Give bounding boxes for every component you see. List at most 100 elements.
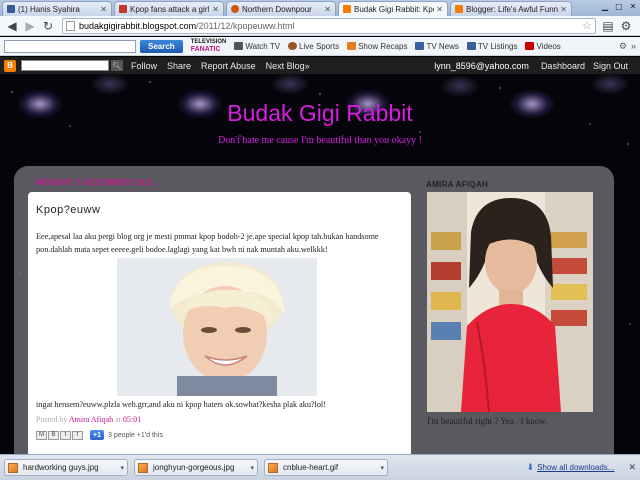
browser-tab[interactable]: Northern Downpour ✕ xyxy=(226,1,336,16)
toolbar-settings-icon[interactable]: ⚙ xyxy=(619,41,627,52)
download-item[interactable]: hardworking guys.jpg ▾ xyxy=(4,459,128,476)
toolbar-item-live-sports[interactable]: Live Sports xyxy=(288,42,339,51)
recaps-icon xyxy=(347,42,357,50)
dashboard-link[interactable]: Dashboard xyxy=(541,61,585,71)
download-item[interactable]: cnblue-heart.gif ▾ xyxy=(264,459,388,476)
toolbar-item-videos[interactable]: Videos xyxy=(525,42,561,51)
logo-line2: FANATIC xyxy=(190,46,221,53)
blog-description: Don't hate me cause I'm beautiful than y… xyxy=(218,135,422,146)
post-text-after-image: ingat hensem?euww.plzla weh.grr,and aku … xyxy=(36,400,326,409)
download-item[interactable]: jonghyun-gorgeous.jpg ▾ xyxy=(134,459,258,476)
sidebar-profile-title: AMIRA AFIQAH xyxy=(426,180,489,189)
browser-tab[interactable]: Kpop fans attack a girl and ✕ xyxy=(114,1,224,16)
tab-strip: (1) Hanis Syahira ✕ Kpop fans attack a g… xyxy=(0,0,640,16)
sign-out-link[interactable]: Sign Out xyxy=(593,61,628,71)
toolbar-item-label: Show Recaps xyxy=(358,41,408,51)
posted-by-label: Posted by xyxy=(36,415,68,424)
profile-illustration xyxy=(427,192,593,412)
toolbar-item-tv-listings[interactable]: TV Listings xyxy=(466,41,518,51)
blogger-icon xyxy=(343,5,351,13)
toolbar-item-label: TV Listings xyxy=(477,41,518,51)
url-domain: budakgigirabbit.blogspot.com xyxy=(79,20,197,31)
browser-tab[interactable]: (1) Hanis Syahira ✕ xyxy=(2,1,112,16)
image-file-icon xyxy=(8,462,18,473)
post-date: MONDAY, 5 DECEMBER 2011 xyxy=(36,178,154,187)
tv-icon xyxy=(234,42,244,50)
user-email: lynn_8596@yahoo.com xyxy=(434,60,529,71)
television-fanatic-logo[interactable]: TELEVISION FANATIC xyxy=(191,39,227,53)
image-file-icon xyxy=(268,462,278,473)
maximize-icon[interactable]: ▢ xyxy=(612,0,626,12)
next-blog-link[interactable]: Next Blog» xyxy=(266,61,310,71)
reload-icon[interactable]: ↻ xyxy=(40,18,56,34)
close-icon[interactable]: ✕ xyxy=(100,5,107,14)
toolbar-right: ⚙ » xyxy=(615,41,636,52)
facebook-share-button[interactable]: f xyxy=(72,430,83,440)
facebook-icon xyxy=(7,5,15,13)
profile-photo[interactable] xyxy=(427,192,593,412)
news-icon xyxy=(415,42,425,50)
tab-title: (1) Hanis Syahira xyxy=(18,4,80,14)
close-icon[interactable]: ✕ xyxy=(324,5,331,14)
post-time-link[interactable]: 05:01 xyxy=(123,415,141,424)
search-icon[interactable]: 🔍︎ xyxy=(111,60,123,71)
twitter-share-button[interactable]: t xyxy=(60,430,71,440)
logo-line1: TELEVISION xyxy=(190,39,227,45)
toolbar-item-show-recaps[interactable]: Show Recaps xyxy=(347,42,407,51)
page-icon xyxy=(66,20,75,31)
browser-tab[interactable]: Blogger: Life's Awful Funny ✕ xyxy=(450,1,572,16)
blogthis-share-button[interactable]: B xyxy=(48,430,59,440)
address-bar[interactable]: budakgigirabbit.blogspot.com /2011/12/kp… xyxy=(62,17,596,34)
share-row: M B t f +1 3 people +1'd this xyxy=(36,430,403,440)
chevron-down-icon[interactable]: ▾ xyxy=(380,464,384,472)
minimize-icon[interactable]: ▁ xyxy=(598,0,612,12)
forward-arrow-icon[interactable]: ▶ xyxy=(22,18,38,34)
back-arrow-icon[interactable]: ◀ xyxy=(4,18,20,34)
toolbar-item-tv-news[interactable]: TV News xyxy=(415,41,459,51)
close-icon[interactable]: ✕ xyxy=(212,5,219,14)
show-all-downloads-link[interactable]: Show all downloads... xyxy=(537,463,614,472)
toolbar-item-watch-tv[interactable]: Watch TV xyxy=(234,42,280,51)
football-icon xyxy=(288,42,298,50)
at-label: at xyxy=(115,415,121,424)
browser-tab-active[interactable]: Budak Gigi Rabbit: Kpop?euww ✕ xyxy=(338,1,448,16)
follow-link[interactable]: Follow xyxy=(131,61,157,71)
post-photo[interactable] xyxy=(117,258,317,396)
close-icon[interactable]: ✕ xyxy=(436,5,443,14)
chevron-down-icon[interactable]: ▾ xyxy=(120,464,124,472)
report-abuse-link[interactable]: Report Abuse xyxy=(201,61,256,71)
post-title[interactable]: Kpop?euww xyxy=(36,204,403,216)
blog-title[interactable]: Budak Gigi Rabbit xyxy=(0,100,640,127)
toolbar-item-label: Live Sports xyxy=(299,41,340,51)
blogger-logo-icon[interactable]: B xyxy=(4,59,16,72)
close-icon[interactable]: ✕ xyxy=(628,462,636,473)
url-path: /2011/12/kpopeuww.html xyxy=(196,20,295,31)
close-window-icon[interactable]: ✕ xyxy=(626,0,640,12)
wrench-icon[interactable]: ⚙ xyxy=(618,18,634,34)
plusone-button[interactable]: +1 xyxy=(90,430,104,440)
listings-icon xyxy=(466,42,476,50)
post-body: Eee,apesal laa aku pergi blog org je mes… xyxy=(36,232,379,254)
share-link[interactable]: Share xyxy=(167,61,191,71)
page-favicon-icon xyxy=(231,5,239,13)
tab-title: Budak Gigi Rabbit: Kpop?euww xyxy=(354,4,434,14)
toolbar-item-label: Watch TV xyxy=(245,41,281,51)
close-icon[interactable]: ✕ xyxy=(560,5,567,14)
email-share-button[interactable]: M xyxy=(36,430,47,440)
extension-toolbar: Search TELEVISION FANATIC Watch TV Live … xyxy=(0,37,640,56)
download-filename: cnblue-heart.gif xyxy=(283,463,339,472)
download-filename: jonghyun-gorgeous.jpg xyxy=(153,463,235,472)
toolbar-search-input[interactable] xyxy=(4,39,136,53)
toolbar-search-button[interactable]: Search xyxy=(140,39,183,53)
page-menu-icon[interactable]: ▤ xyxy=(600,18,616,34)
toolbar-item-label: TV News xyxy=(426,41,459,51)
post-author-link[interactable]: Amira Afiqah xyxy=(69,415,113,424)
blog-search-input[interactable] xyxy=(21,60,109,71)
tab-title: Northern Downpour xyxy=(242,4,312,14)
chevron-down-icon[interactable]: ▾ xyxy=(250,464,254,472)
download-filename: hardworking guys.jpg xyxy=(23,463,99,472)
chevron-right-icon[interactable]: » xyxy=(631,41,636,51)
profile-caption: I'm beautiful right ? Yea , I know. xyxy=(427,416,548,426)
bookmark-star-icon[interactable]: ☆ xyxy=(582,19,592,32)
page-favicon-icon xyxy=(119,5,127,13)
